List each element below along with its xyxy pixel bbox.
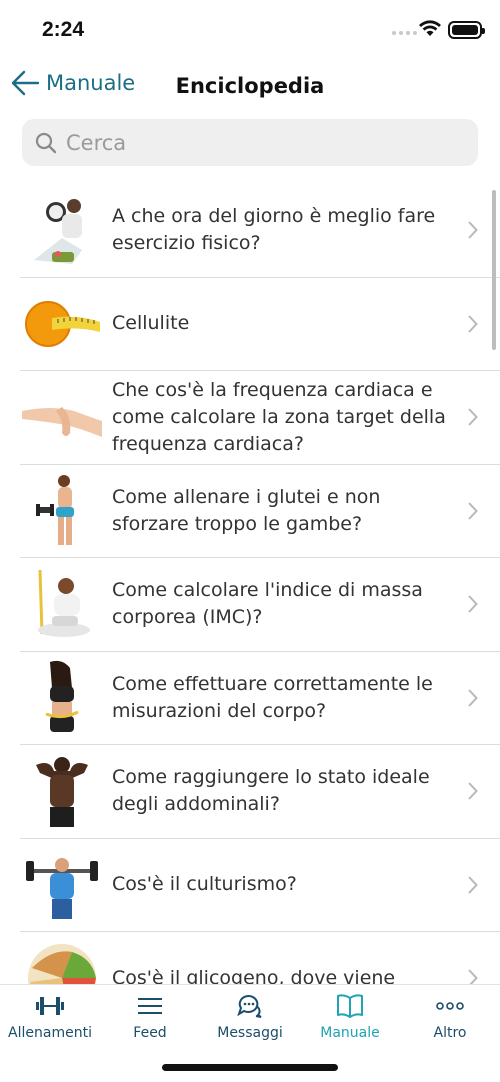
- tab-label: Allenamenti: [8, 1025, 92, 1041]
- chevron-right-icon: [468, 315, 478, 333]
- list-item[interactable]: Come calcolare l'indice di massa corpore…: [20, 558, 500, 652]
- open-book-icon: [337, 994, 363, 1018]
- tab-allenamenti[interactable]: Allenamenti: [0, 991, 100, 1041]
- back-arrow-icon: [11, 70, 40, 96]
- chevron-right-icon: [468, 408, 478, 426]
- home-indicator: [162, 1064, 338, 1071]
- back-button[interactable]: Manuale: [10, 68, 135, 98]
- scrollbar[interactable]: [492, 190, 496, 350]
- woman-clock-thumbnail: [34, 199, 82, 265]
- navigation-bar: Enciclopedia Manuale: [0, 62, 500, 114]
- article-title: A che ora del giorno è meglio fare eserc…: [112, 205, 436, 255]
- chevron-right-icon: [468, 689, 478, 707]
- wifi-icon: [419, 20, 441, 36]
- food-plate-thumbnail: [28, 944, 96, 984]
- tab-manuale[interactable]: Manuale: [300, 991, 400, 1041]
- list-item[interactable]: Come effettuare correttamente le misuraz…: [20, 652, 500, 745]
- menu-lines-icon: [138, 998, 162, 1014]
- chevron-right-icon: [468, 782, 478, 800]
- tab-label: Messaggi: [217, 1025, 283, 1041]
- wrist-pulse-thumbnail: [22, 407, 102, 438]
- status-time: 2:24: [42, 18, 85, 41]
- article-title: Che cos'è la frequenza cardiaca e come c…: [112, 378, 446, 455]
- tab-feed[interactable]: Feed: [100, 991, 200, 1041]
- more-dots-icon: [436, 1002, 464, 1010]
- woman-scale-thumbnail: [38, 570, 90, 638]
- article-title: Come effettuare correttamente le misuraz…: [112, 672, 433, 722]
- search-icon: [35, 132, 57, 153]
- tab-label: Feed: [133, 1025, 167, 1041]
- tab-messaggi[interactable]: Messaggi: [200, 991, 300, 1041]
- article-title: Come calcolare l'indice di massa corpore…: [112, 579, 423, 629]
- search-bar[interactable]: [22, 119, 478, 166]
- chat-bubbles-icon: [237, 994, 262, 1018]
- chevron-right-icon: [468, 595, 478, 613]
- dumbbell-icon: [36, 997, 64, 1015]
- list-item[interactable]: Come raggiungere lo stato ideale degli a…: [20, 745, 500, 839]
- woman-dumbbell-thumbnail: [36, 474, 74, 545]
- list-item[interactable]: Che cos'è la frequenza cardiaca e come c…: [20, 371, 500, 465]
- chevron-right-icon: [468, 969, 478, 984]
- article-title: Come allenare i glutei e non sforzare tr…: [112, 485, 381, 535]
- back-button-label: Manuale: [46, 71, 136, 95]
- woman-measuring-thumbnail: [45, 660, 79, 732]
- tab-altro[interactable]: Altro: [400, 991, 500, 1041]
- chevron-right-icon: [468, 221, 478, 239]
- search-input[interactable]: [66, 130, 446, 155]
- orange-tape-thumbnail: [25, 300, 100, 347]
- battery-icon: [448, 21, 485, 39]
- list-item[interactable]: A che ora del giorno è meglio fare eserc…: [20, 184, 500, 278]
- article-title: Come raggiungere lo stato ideale degli a…: [112, 766, 430, 816]
- status-bar: 2:24: [0, 0, 500, 60]
- list-item[interactable]: Cellulite: [20, 278, 500, 371]
- list-item[interactable]: Cos'è il culturismo?: [20, 839, 500, 932]
- list-item[interactable]: Cos'è il glicogeno, dove viene: [20, 932, 500, 984]
- article-title: Cos'è il glicogeno, dove viene: [112, 966, 396, 984]
- chevron-right-icon: [468, 502, 478, 520]
- man-barbell-thumbnail: [26, 857, 98, 919]
- cellular-signal-icon: [392, 31, 417, 35]
- article-title: Cos'è il culturismo?: [112, 873, 297, 896]
- chevron-right-icon: [468, 876, 478, 894]
- list-item[interactable]: Come allenare i glutei e non sforzare tr…: [20, 465, 500, 558]
- article-title: Cellulite: [112, 312, 190, 335]
- tab-label: Manuale: [320, 1025, 380, 1041]
- encyclopedia-list[interactable]: A che ora del giorno è meglio fare eserc…: [0, 184, 500, 984]
- tab-label: Altro: [433, 1025, 467, 1041]
- man-abs-thumbnail: [36, 757, 88, 828]
